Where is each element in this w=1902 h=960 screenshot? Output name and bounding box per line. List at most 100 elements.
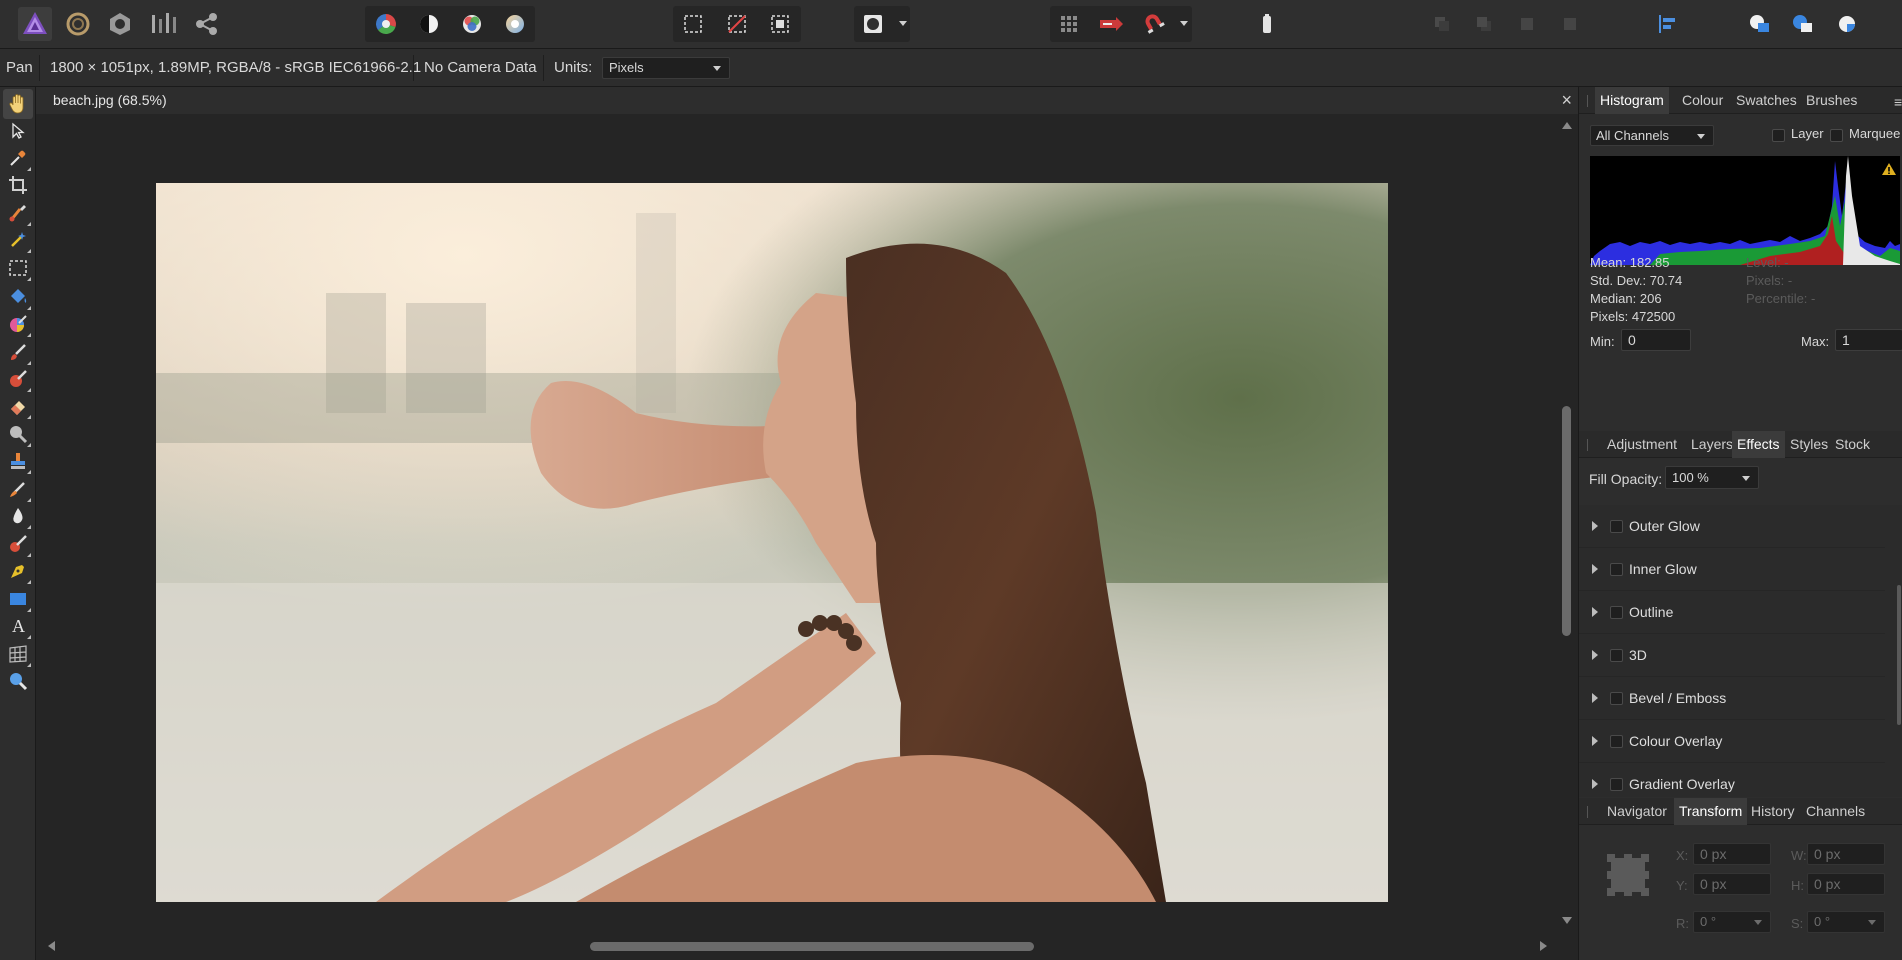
- tab-effects[interactable]: Effects: [1732, 431, 1785, 458]
- shear-dropdown[interactable]: 0 °: [1807, 911, 1885, 933]
- expand-icon[interactable]: [1592, 521, 1598, 531]
- snapping-dropdown-icon[interactable]: [1180, 21, 1188, 26]
- effect-row-gradient-overlay[interactable]: Gradient Overlay: [1579, 763, 1885, 797]
- expand-icon[interactable]: [1592, 564, 1598, 574]
- tab-history[interactable]: History: [1746, 798, 1800, 825]
- effect-checkbox[interactable]: [1610, 649, 1623, 662]
- tab-layers[interactable]: Layers: [1686, 431, 1738, 458]
- document-tab[interactable]: beach.jpg (68.5%) ×: [36, 87, 1578, 114]
- y-input[interactable]: [1693, 873, 1771, 895]
- tab-navigator[interactable]: Navigator: [1602, 798, 1672, 825]
- effects-scroll-thumb[interactable]: [1897, 585, 1901, 725]
- tab-brushes[interactable]: Brushes: [1801, 87, 1862, 114]
- scroll-down-icon[interactable]: [1562, 917, 1572, 924]
- move-tool[interactable]: [3, 116, 33, 146]
- rotation-dropdown[interactable]: 0 °: [1693, 911, 1771, 933]
- anchor-selector[interactable]: [1607, 854, 1649, 896]
- tab-adjustment[interactable]: Adjustment: [1602, 431, 1682, 458]
- auto-contrast-button[interactable]: [412, 7, 446, 41]
- deselect-button[interactable]: [720, 7, 754, 41]
- grid-button[interactable]: [1052, 7, 1086, 41]
- move-back-one-button[interactable]: [1425, 7, 1459, 41]
- effect-row-3d[interactable]: 3D: [1579, 634, 1885, 677]
- mesh-warp-tool[interactable]: [3, 639, 33, 669]
- tab-transform[interactable]: Transform: [1674, 798, 1748, 825]
- panel-grip[interactable]: [1587, 95, 1588, 107]
- text-tool[interactable]: A: [3, 611, 33, 641]
- assistant-button[interactable]: [1250, 7, 1284, 41]
- effect-checkbox[interactable]: [1610, 563, 1623, 576]
- scroll-up-icon[interactable]: [1562, 122, 1572, 129]
- expand-icon[interactable]: [1592, 650, 1598, 660]
- smudge-tool[interactable]: [3, 474, 33, 504]
- paint-mixer-tool[interactable]: [3, 364, 33, 394]
- invert-selection-button[interactable]: [763, 7, 797, 41]
- effect-checkbox[interactable]: [1610, 520, 1623, 533]
- marquee-tool[interactable]: [3, 253, 33, 283]
- panel-grip[interactable]: [1587, 806, 1588, 818]
- effect-checkbox[interactable]: [1610, 692, 1623, 705]
- vertical-scroll-thumb[interactable]: [1562, 406, 1571, 636]
- fill-opacity-dropdown[interactable]: 100 %: [1665, 466, 1759, 489]
- auto-white-balance-button[interactable]: [498, 7, 532, 41]
- zoom-tool[interactable]: [3, 666, 33, 696]
- export-persona-button[interactable]: [189, 7, 223, 41]
- tab-stock[interactable]: Stock: [1830, 431, 1875, 458]
- close-document-icon[interactable]: ×: [1561, 87, 1572, 114]
- develop-persona-button[interactable]: [103, 7, 137, 41]
- horizontal-scrollbar[interactable]: [36, 932, 1578, 960]
- snapping-button[interactable]: [1137, 7, 1171, 41]
- dodge-tool[interactable]: [3, 419, 33, 449]
- move-forward-one-button[interactable]: [1467, 7, 1501, 41]
- min-input[interactable]: [1621, 329, 1691, 351]
- paint-brush-tool[interactable]: [3, 337, 33, 367]
- horizontal-scroll-thumb[interactable]: [590, 942, 1034, 951]
- expand-icon[interactable]: [1592, 779, 1598, 789]
- x-input[interactable]: [1693, 843, 1771, 865]
- hand-tool[interactable]: [3, 89, 33, 119]
- panel-grip[interactable]: [1587, 439, 1588, 451]
- effect-row-outline[interactable]: Outline: [1579, 591, 1885, 634]
- sponge-tool[interactable]: [3, 529, 33, 559]
- effect-row-bevel-emboss[interactable]: Bevel / Emboss: [1579, 677, 1885, 720]
- scroll-left-icon[interactable]: [48, 941, 55, 951]
- move-to-back-button[interactable]: [1510, 7, 1544, 41]
- effect-row-outer-glow[interactable]: Outer Glow: [1579, 505, 1885, 548]
- liquify-persona-button[interactable]: [61, 7, 95, 41]
- boolean-subtract-button[interactable]: [1786, 7, 1820, 41]
- tab-swatches[interactable]: Swatches: [1731, 87, 1802, 114]
- auto-levels-button[interactable]: [369, 7, 403, 41]
- tone-mapping-persona-button[interactable]: [146, 7, 180, 41]
- boolean-intersect-button[interactable]: [1830, 7, 1864, 41]
- scroll-right-icon[interactable]: [1540, 941, 1547, 951]
- erase-tool[interactable]: [3, 391, 33, 421]
- flood-fill-tool[interactable]: [3, 282, 33, 312]
- tab-colour[interactable]: Colour: [1677, 87, 1728, 114]
- photo-persona-button[interactable]: [18, 7, 52, 41]
- selection-brush-tool[interactable]: [3, 198, 33, 228]
- align-button[interactable]: [1650, 7, 1684, 41]
- w-input[interactable]: [1807, 843, 1885, 865]
- colour-brush-tool[interactable]: [3, 309, 33, 339]
- h-input[interactable]: [1807, 873, 1885, 895]
- canvas-area[interactable]: [36, 114, 1557, 932]
- panel-menu-icon[interactable]: ≡: [1894, 94, 1902, 110]
- move-to-front-button[interactable]: [1553, 7, 1587, 41]
- blur-tool[interactable]: [3, 501, 33, 531]
- document-image[interactable]: [156, 183, 1388, 902]
- expand-icon[interactable]: [1592, 693, 1598, 703]
- clone-tool[interactable]: [3, 446, 33, 476]
- marquee-checkbox[interactable]: [1830, 129, 1843, 142]
- max-input[interactable]: [1835, 329, 1902, 351]
- quick-mask-button[interactable]: [856, 7, 890, 41]
- effect-row-colour-overlay[interactable]: Colour Overlay: [1579, 720, 1885, 763]
- channels-dropdown[interactable]: All Channels: [1590, 125, 1714, 146]
- pen-tool[interactable]: [3, 556, 33, 586]
- effect-row-inner-glow[interactable]: Inner Glow: [1579, 548, 1885, 591]
- expand-icon[interactable]: [1592, 736, 1598, 746]
- units-dropdown[interactable]: Pixels: [602, 57, 730, 79]
- vertical-scrollbar[interactable]: [1557, 114, 1578, 932]
- force-pixel-alignment-button[interactable]: [1094, 7, 1128, 41]
- effect-checkbox[interactable]: [1610, 606, 1623, 619]
- auto-colour-button[interactable]: [455, 7, 489, 41]
